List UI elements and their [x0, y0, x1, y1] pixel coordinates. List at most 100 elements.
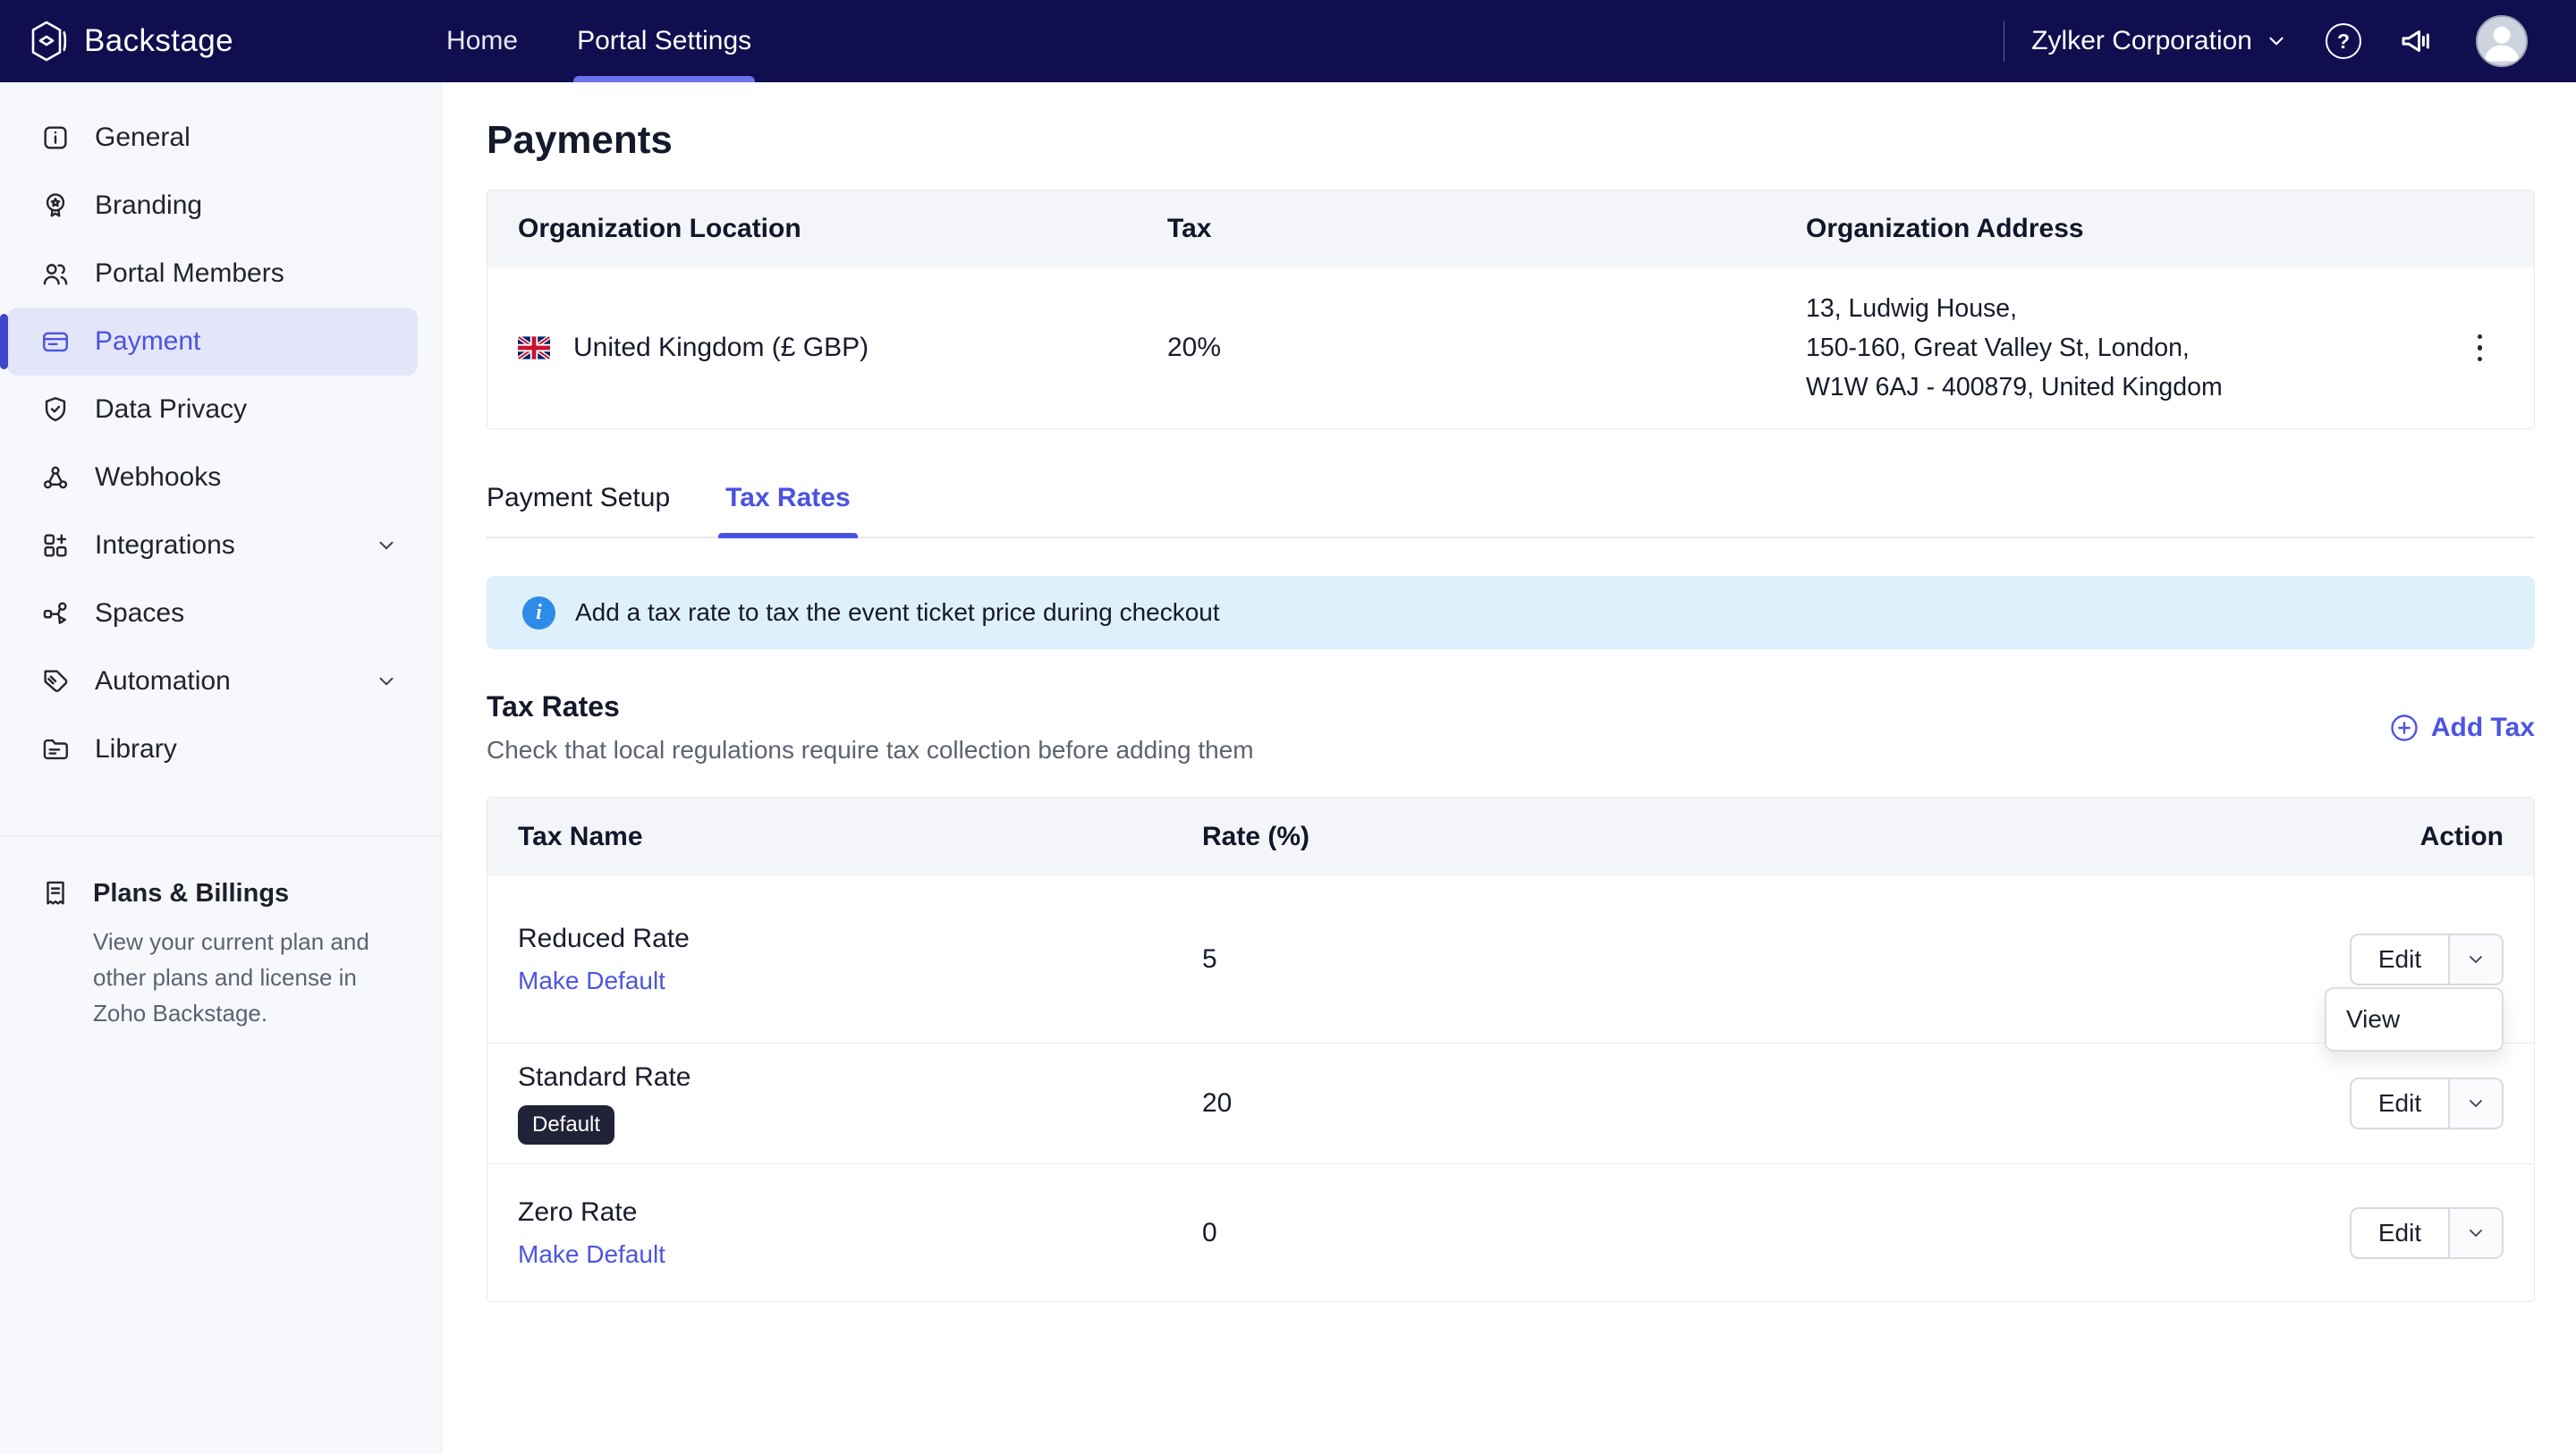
col-header-organization-address: Organization Address [1806, 214, 2534, 244]
sidebar-item-label: Integrations [95, 530, 235, 561]
webhook-icon [39, 461, 72, 494]
info-banner-text: Add a tax rate to tax the event ticket p… [575, 598, 1220, 627]
uk-flag-icon [518, 336, 550, 359]
brand[interactable]: Backstage [29, 20, 233, 63]
sidebar-item-label: General [95, 123, 191, 153]
info-banner: i Add a tax rate to tax the event ticket… [487, 576, 2535, 649]
organization-row: United Kingdom (£ GBP) 20% 13, Ludwig Ho… [487, 267, 2534, 428]
tax-rates-table: Tax Name Rate (%) Action Reduced Rate Ma… [487, 797, 2535, 1302]
sidebar-item-spaces[interactable]: Spaces [7, 579, 418, 647]
address-line: 13, Ludwig House, [1806, 289, 2223, 328]
col-header-tax: Tax [1167, 214, 1806, 244]
edit-split-button: Edit [2350, 934, 2504, 985]
add-tax-label: Add Tax [2431, 713, 2535, 743]
chevron-down-icon[interactable] [375, 670, 398, 693]
chevron-down-icon[interactable] [2450, 1079, 2502, 1128]
dropdown-item-view[interactable]: View [2326, 989, 2502, 1050]
tax-action-cell: Edit View [2350, 934, 2504, 985]
sidebar-item-label: Webhooks [95, 462, 221, 493]
tax-row-zero-rate: Zero Rate Make Default 0 Edit [487, 1163, 2534, 1301]
tax-rate: 5 [1202, 944, 2298, 975]
sidebar-item-data-privacy[interactable]: Data Privacy [7, 376, 418, 444]
address-line: W1W 6AJ - 400879, United Kingdom [1806, 368, 2223, 407]
org-switcher[interactable]: Zylker Corporation [2031, 26, 2252, 56]
avatar[interactable] [2476, 15, 2528, 67]
chevron-down-icon[interactable] [2265, 30, 2288, 53]
organization-table-header: Organization Location Tax Organization A… [487, 190, 2534, 267]
organization-location-cell: United Kingdom (£ GBP) [518, 333, 1167, 363]
tax-rates-section-header: Tax Rates Check that local regulations r… [487, 690, 2535, 765]
make-default-link[interactable]: Make Default [518, 967, 665, 995]
tax-rates-title: Tax Rates [487, 690, 1254, 723]
tax-row-standard-rate: Standard Rate Default 20 Edit [487, 1043, 2534, 1163]
edit-button[interactable]: Edit [2351, 935, 2448, 984]
info-icon [39, 122, 72, 154]
integrations-icon [39, 529, 72, 562]
tax-action-cell: Edit [2350, 1078, 2504, 1129]
badge-icon [39, 190, 72, 222]
add-tax-button[interactable]: Add Tax [2388, 712, 2535, 744]
nav-link-portal-settings[interactable]: Portal Settings [577, 0, 751, 82]
col-header-tax-name: Tax Name [518, 822, 1202, 852]
chevron-down-icon[interactable] [2450, 935, 2502, 984]
sidebar-item-general[interactable]: General [7, 104, 418, 172]
sidebar-item-automation[interactable]: Automation [7, 647, 418, 715]
kebab-menu-icon[interactable] [2470, 327, 2490, 369]
tax-action-cell: Edit [2350, 1207, 2504, 1259]
plans-billings-section: Plans & Billings View your current plan … [0, 836, 441, 1031]
nav-link-home[interactable]: Home [446, 0, 518, 82]
sidebar-item-integrations[interactable]: Integrations [7, 511, 418, 579]
col-header-action: Action [2420, 822, 2504, 852]
top-navbar: Backstage Home Portal Settings Zylker Co… [0, 0, 2576, 82]
tax-table-header: Tax Name Rate (%) Action [487, 798, 2534, 876]
plans-billings-link[interactable]: Plans & Billings [39, 877, 405, 909]
announcements-icon[interactable] [2397, 22, 2435, 60]
tax-name-cell: Reduced Rate Make Default [518, 924, 1202, 995]
page-title: Payments [487, 118, 2535, 163]
tab-payment-setup[interactable]: Payment Setup [487, 483, 670, 537]
top-nav-links: Home Portal Settings [446, 0, 810, 82]
tax-name: Standard Rate [518, 1062, 1202, 1093]
sidebar-item-label: Library [95, 734, 177, 765]
plans-billings-title: Plans & Billings [93, 879, 289, 909]
brand-name: Backstage [84, 23, 233, 59]
edit-button[interactable]: Edit [2351, 1079, 2448, 1128]
sidebar-item-label: Payment [95, 326, 200, 357]
organization-location: United Kingdom (£ GBP) [573, 333, 869, 363]
tax-rate: 0 [1202, 1218, 2298, 1248]
members-icon [39, 258, 72, 290]
chevron-down-icon[interactable] [375, 534, 398, 557]
spaces-icon [39, 597, 72, 630]
organization-address-cell: 13, Ludwig House, 150-160, Great Valley … [1806, 289, 2534, 407]
tax-rate: 20 [1202, 1088, 2298, 1119]
default-badge: Default [518, 1105, 614, 1145]
tax-rates-heading-block: Tax Rates Check that local regulations r… [487, 690, 1254, 765]
sidebar-item-portal-members[interactable]: Portal Members [7, 240, 418, 308]
shield-check-icon [39, 393, 72, 426]
backstage-logo-icon [29, 20, 68, 63]
topnav-right: Zylker Corporation ? [2004, 15, 2528, 67]
tax-name-cell: Standard Rate Default [518, 1062, 1202, 1145]
edit-split-button: Edit [2350, 1207, 2504, 1259]
edit-button[interactable]: Edit [2351, 1209, 2448, 1257]
tax-rates-subtitle: Check that local regulations require tax… [487, 736, 1254, 765]
help-icon[interactable]: ? [2326, 23, 2361, 59]
tax-name: Zero Rate [518, 1197, 1202, 1228]
info-circle-icon: i [522, 596, 555, 630]
sidebar-item-label: Branding [95, 190, 202, 221]
tab-tax-rates[interactable]: Tax Rates [725, 483, 851, 537]
sidebar-item-payment[interactable]: Payment [7, 308, 418, 376]
col-header-rate: Rate (%) [1202, 822, 2298, 852]
edit-split-button: Edit [2350, 1078, 2504, 1129]
sidebar-item-library[interactable]: Library [7, 715, 418, 783]
tax-name: Reduced Rate [518, 924, 1202, 954]
chevron-down-icon[interactable] [2450, 1209, 2502, 1257]
sidebar-item-branding[interactable]: Branding [7, 172, 418, 240]
sidebar-item-label: Data Privacy [95, 394, 247, 425]
folder-icon [39, 733, 72, 765]
payments-main: Payments Organization Location Tax Organ… [442, 82, 2576, 1454]
address-line: 150-160, Great Valley St, London, [1806, 328, 2223, 368]
make-default-link[interactable]: Make Default [518, 1240, 665, 1269]
card-icon [39, 325, 72, 358]
sidebar-item-webhooks[interactable]: Webhooks [7, 444, 418, 511]
